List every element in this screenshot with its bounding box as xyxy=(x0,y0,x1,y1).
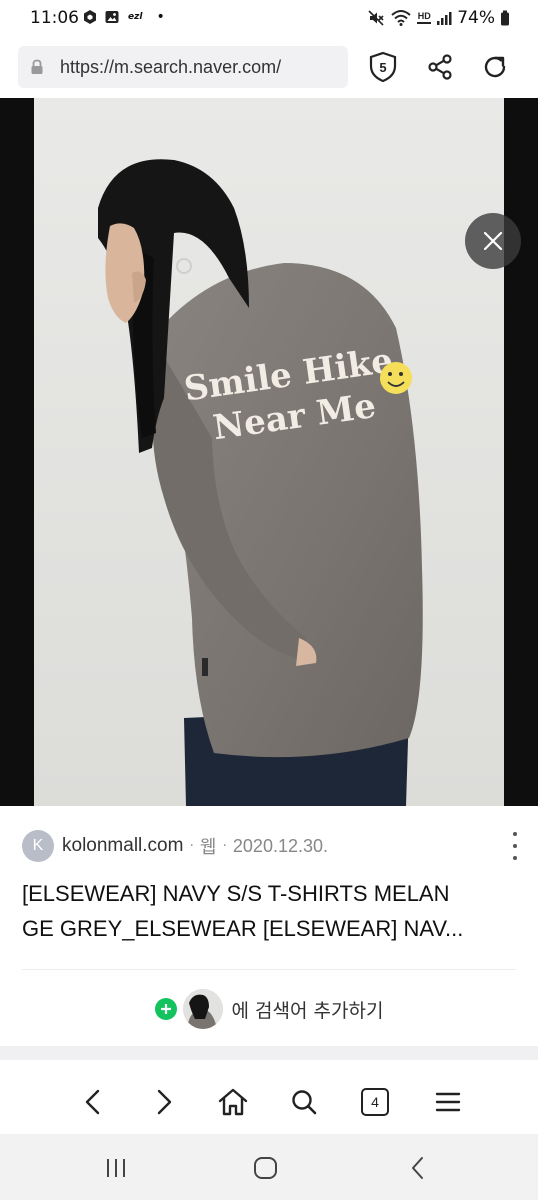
source-domain[interactable]: kolonmall.com xyxy=(62,835,183,857)
url-field[interactable]: https://m.search.naver.com/ xyxy=(18,46,348,88)
forward-button[interactable] xyxy=(144,1082,184,1122)
status-bar: 11:06 ezl • HD 74% xyxy=(0,0,538,36)
lock-icon xyxy=(31,59,43,74)
status-left-icons: ezl • xyxy=(82,9,165,25)
add-search-term-button[interactable]: 에 검색어 추가하기 xyxy=(0,986,538,1032)
image-thumbnail xyxy=(182,989,223,1029)
more-options-icon[interactable] xyxy=(510,832,520,860)
system-back-button[interactable] xyxy=(398,1150,438,1186)
gallery-icon xyxy=(105,11,119,23)
add-search-term-label: 에 검색어 추가하기 xyxy=(231,999,384,1022)
system-back-icon xyxy=(412,1157,423,1179)
meta-separator: · xyxy=(189,838,194,854)
forward-arrow-icon xyxy=(157,1089,172,1115)
wifi-icon xyxy=(391,10,411,26)
search-result-card[interactable]: K kolonmall.com · 웹 · 2020.12.30. [ELSEW… xyxy=(0,806,538,1046)
image-viewer: Smile Hike Near Me xyxy=(0,98,538,887)
result-date: 2020.12.30. xyxy=(232,835,328,856)
shield-count: 5 xyxy=(379,60,386,75)
reload-button[interactable] xyxy=(478,50,512,84)
product-photo: Smile Hike Near Me xyxy=(34,98,504,806)
back-arrow-icon xyxy=(85,1089,100,1115)
notification-dot: • xyxy=(156,9,165,25)
mute-icon xyxy=(368,10,384,26)
source-type: 웹 xyxy=(199,837,217,857)
threema-icon xyxy=(84,10,96,24)
section-gap xyxy=(0,1046,538,1060)
menu-button[interactable] xyxy=(428,1082,468,1122)
ezl-icon: ezl xyxy=(128,12,143,22)
browser-address-bar: https://m.search.naver.com/ 5 xyxy=(0,36,538,98)
system-navigation-bar xyxy=(0,1134,538,1200)
result-title-line2: GE GREY_ELSEWEAR [ELSEWEAR] NAV... xyxy=(22,916,464,941)
url-text: https://m.search.naver.com/ xyxy=(60,57,282,77)
reload-icon xyxy=(484,56,506,78)
search-button[interactable] xyxy=(284,1082,324,1122)
status-time: 11:06 xyxy=(30,8,79,28)
recent-apps-icon xyxy=(107,1159,125,1177)
result-title[interactable]: [ELSEWEAR] NAVY S/S T-SHIRTS MELAN GE GR… xyxy=(22,876,512,946)
result-source-row: K kolonmall.com · 웹 · 2020.12.30. xyxy=(22,830,328,862)
source-avatar: K xyxy=(22,830,54,862)
home-icon xyxy=(218,1088,248,1116)
plus-icon xyxy=(154,998,177,1020)
privacy-shield-button[interactable]: 5 xyxy=(366,50,400,84)
model-photo-illustration: Smile Hike Near Me xyxy=(34,98,504,806)
recent-apps-button[interactable] xyxy=(96,1150,136,1186)
search-icon xyxy=(292,1090,317,1115)
battery-percent: 74% xyxy=(457,8,495,28)
battery-icon xyxy=(501,10,509,26)
back-button[interactable] xyxy=(73,1082,113,1122)
meta-separator: · xyxy=(222,838,227,854)
tabs-button[interactable]: 4 xyxy=(355,1082,395,1122)
close-viewer-button[interactable] xyxy=(465,213,521,269)
home-square-icon xyxy=(254,1157,277,1179)
home-system-button[interactable] xyxy=(246,1150,286,1186)
shield-icon: 5 xyxy=(369,51,397,83)
hamburger-menu-icon xyxy=(435,1092,461,1112)
hd-voice-badge: HD xyxy=(417,12,432,24)
status-right-icons: HD 74% xyxy=(367,8,510,28)
home-button[interactable] xyxy=(213,1082,253,1122)
close-icon xyxy=(483,231,503,251)
share-button[interactable] xyxy=(423,50,457,84)
divider xyxy=(22,969,516,970)
result-title-line1: [ELSEWEAR] NAVY S/S T-SHIRTS MELAN xyxy=(22,881,450,906)
share-icon xyxy=(428,54,452,80)
signal-icon xyxy=(437,12,452,25)
tab-count: 4 xyxy=(361,1088,389,1116)
browser-bottom-toolbar: 4 xyxy=(0,1068,538,1134)
